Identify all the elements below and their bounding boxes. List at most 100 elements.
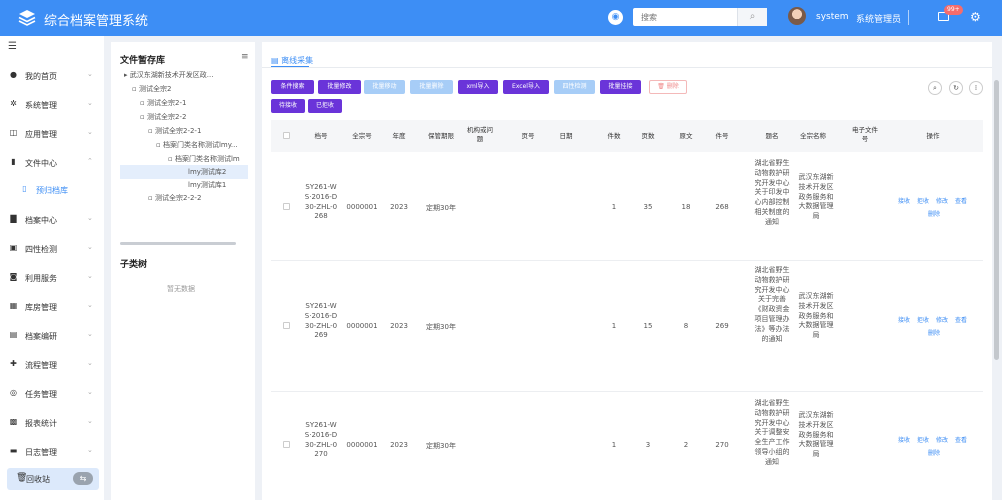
edit-link[interactable]: 修改 [936,196,948,205]
user-name[interactable]: system [816,12,849,22]
avatar[interactable] [788,7,806,25]
tree-node[interactable]: lmy测试库1 [188,178,248,192]
sidebar-item-apps[interactable]: ◫ 应用管理 ⌄ [0,124,104,144]
sidebar-item-warehouse[interactable]: ▦ 库房管理 ⌄ [0,297,104,317]
excel-import-button[interactable]: Excel导入 [503,80,549,94]
batch-move-button[interactable]: 批量移动 [364,80,405,94]
column-header[interactable]: 机构或问题 [467,126,493,144]
table-row[interactable]: SY261-WS·2016-D30-ZHL-0270 0000001 2023 … [271,393,983,500]
recycle-bin[interactable]: 🗑 回收站 ⇆ [7,468,99,490]
condition-search-button[interactable]: 条件搜索 [271,80,314,94]
column-header[interactable]: 日期 [556,132,576,141]
tree-node[interactable]: ▸ 武汉东湖新技术开发区政... [124,68,242,82]
tree-node[interactable]: ▫ 档案门类名称测试lm [168,152,248,166]
table-row[interactable]: SY261-WS·2016-D30-ZHL-0269 0000001 2023 … [271,262,983,392]
reject-link[interactable]: 拒收 [917,435,929,444]
sidebar-item-task[interactable]: ◎ 任务管理 ⌄ [0,384,104,404]
delete-link[interactable]: 删除 [928,328,940,337]
search-button[interactable]: ⌕ [737,8,767,26]
sidebar-item-home[interactable]: ● 我的首页 ⌄ [0,66,104,86]
batch-attach-button[interactable]: 批量挂接 [600,80,641,94]
batch-delete-button[interactable]: 批量删除 [410,80,453,94]
tree-node-selected[interactable]: lmy测试库2 [120,165,248,179]
camera-icon[interactable]: ◉ [608,10,623,25]
reject-link[interactable]: 拒收 [917,315,929,324]
reject-link[interactable]: 拒收 [917,196,929,205]
row-checkbox[interactable] [283,203,290,210]
sidebar-item-label: 流程管理 [25,361,57,370]
toggle-icon[interactable]: ⇆ [73,472,93,485]
tree-node[interactable]: ▫ 测试全宗2-1 [140,96,242,110]
rejected-button[interactable]: 已拒收 [308,99,342,113]
tree-node[interactable]: ▫ 测试全宗2-2 [140,110,242,124]
pending-receive-button[interactable]: 待接收 [271,99,305,113]
search-icon[interactable]: ⌕ [928,81,942,95]
row-checkbox[interactable] [283,322,290,329]
column-header[interactable]: 保管期限 [423,132,459,141]
menu-icon[interactable]: ≡ [241,52,249,62]
tree-node[interactable]: ▫ 测试全宗2 [132,82,242,96]
tree-node[interactable]: ▫ 档案门类名称测试lmy... [156,138,248,152]
table-row[interactable]: SY261-WS·2016-D30-ZHL-0268 0000001 2023 … [271,153,983,261]
column-header[interactable]: 件数 [604,132,624,141]
cell-pages: 3 [645,441,651,449]
page-scrollbar[interactable] [994,80,999,360]
tree-node[interactable]: ▫ 测试全宗2-2-2 [148,191,242,205]
chevron-down-icon: ⌄ [87,359,93,367]
tree-node-label: 测试全宗2-2 [146,113,187,121]
menu-collapse-icon[interactable]: ☰ [8,41,17,52]
sidebar-item-flow[interactable]: ✚ 流程管理 ⌄ [0,355,104,375]
search-input[interactable] [633,8,737,26]
sidebar-item-four-check[interactable]: ▣ 四性检测 ⌄ [0,239,104,259]
edit-link[interactable]: 修改 [936,435,948,444]
receive-link[interactable]: 接收 [898,196,910,205]
sidebar-item-compile[interactable]: ▤ 档案编研 ⌄ [0,326,104,346]
cell-pages: 15 [643,322,653,330]
sidebar-item-system[interactable]: ✲ 系统管理 ⌄ [0,95,104,115]
view-link[interactable]: 查看 [955,196,967,205]
xml-import-button[interactable]: xml导入 [458,80,498,94]
column-header[interactable]: 全宗名称 [795,132,831,141]
select-all-checkbox[interactable] [283,132,290,139]
grid-icon[interactable]: ⁞ [969,81,983,95]
search-icon: ⌕ [749,11,756,22]
sidebar-item-service[interactable]: ◙ 利用服务 ⌄ [0,268,104,288]
sidebar-item-report[interactable]: ▩ 报表统计 ⌄ [0,413,104,433]
column-header[interactable]: 全宗号 [347,132,377,141]
tab-offline-collect[interactable]: ▤ 离线采集 [271,55,313,66]
column-header[interactable]: 原文 [676,132,696,141]
batch-edit-button[interactable]: 批量修改 [318,80,361,94]
column-header[interactable]: 页数 [638,132,658,141]
sidebar-item-archive-center[interactable]: ▇ 档案中心 ⌄ [0,210,104,230]
column-header[interactable]: 件号 [712,132,732,141]
sidebar-item-pre-archive[interactable]: ▯ 预归档库 [0,180,104,200]
four-check-button[interactable]: 四性检测 [554,80,595,94]
tab-divider [262,67,992,68]
column-header[interactable]: 题名 [762,132,782,141]
tree-scrollbar[interactable] [120,242,236,245]
view-link[interactable]: 查看 [955,435,967,444]
tree-node[interactable]: ▫ 测试全宗2-2-1 [148,124,242,138]
sidebar-item-log[interactable]: ▬ 日志管理 ⌄ [0,442,104,462]
column-header[interactable]: 档号 [309,132,333,141]
refresh-icon[interactable]: ↻ [949,81,963,95]
user-role[interactable]: 系统管理员 [856,12,901,25]
chevron-down-icon: ⌄ [87,214,93,222]
row-checkbox[interactable] [283,441,290,448]
delete-link[interactable]: 删除 [928,209,940,218]
delete-link[interactable]: 删除 [928,448,940,457]
column-header[interactable]: 年度 [389,132,409,141]
receive-link[interactable]: 接收 [898,435,910,444]
sidebar-item-files[interactable]: ▮ 文件中心 ⌃ [0,153,104,173]
view-link[interactable]: 查看 [955,315,967,324]
sidebar-item-label: 预归档库 [36,186,68,195]
task-icon: ◎ [10,388,17,397]
receive-link[interactable]: 接收 [898,315,910,324]
settings-gear-icon[interactable]: ⚙ [970,10,981,24]
edit-link[interactable]: 修改 [936,315,948,324]
cell-title: 湖北省野生动物救护研究开发中心关于调整安全生产工作领导小组的通知 [754,399,790,466]
column-header[interactable]: 页号 [518,132,538,141]
column-header[interactable]: 电子文件号 [850,126,880,144]
delete-button[interactable]: 🗑 删除 [649,80,687,94]
cell-fonds-name: 武汉东湖新技术开发区政务服务和大数据管理局 [798,411,834,459]
